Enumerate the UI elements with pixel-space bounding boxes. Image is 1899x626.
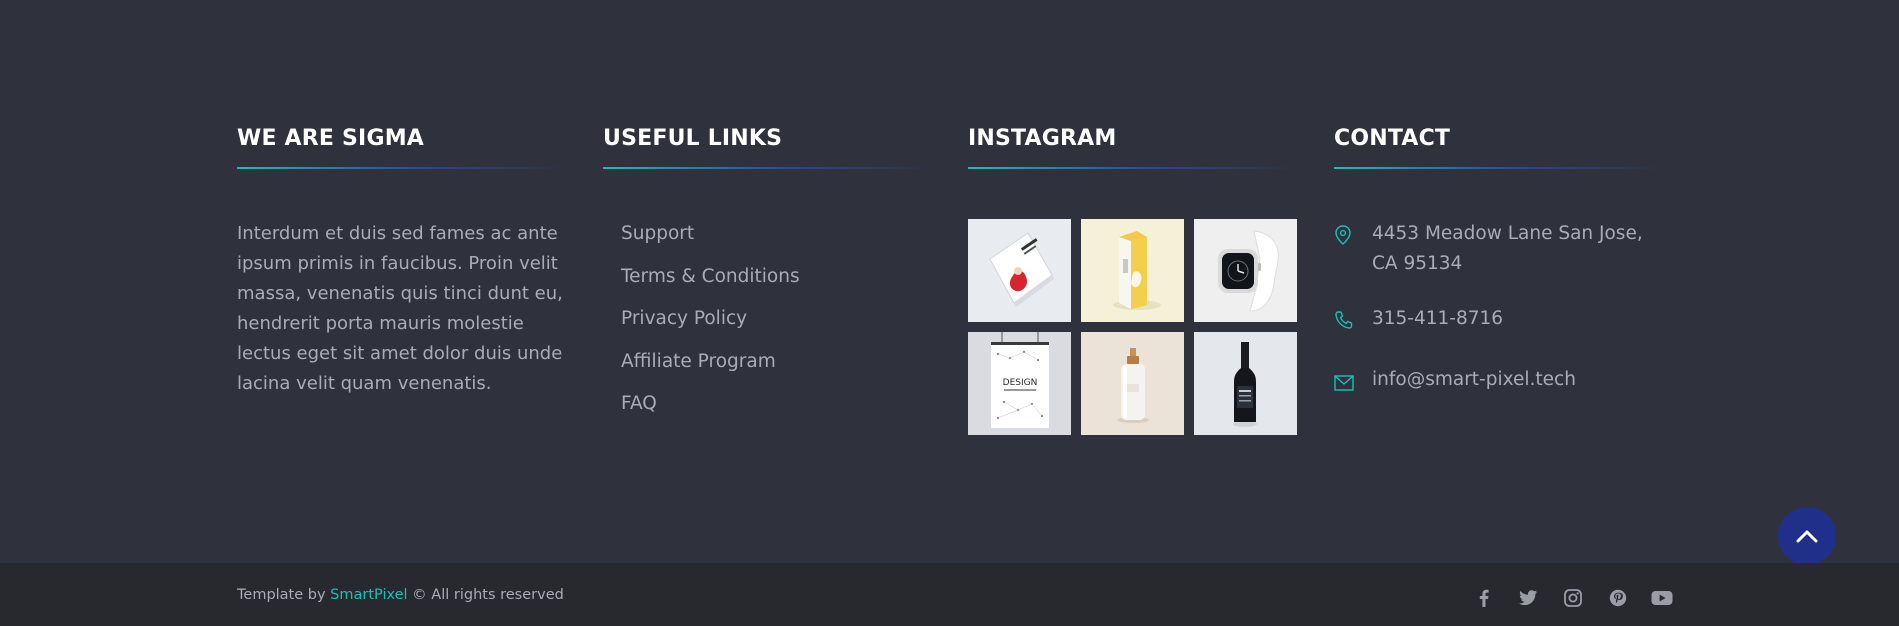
facebook-link[interactable] (1462, 583, 1507, 613)
contact-title: CONTACT (1334, 126, 1451, 151)
brand-link[interactable]: SmartPixel (330, 587, 407, 603)
about-text: Interdum et duis sed fames ac ante ipsum… (237, 223, 563, 394)
about-divider (237, 167, 562, 169)
link-affiliate[interactable]: Affiliate Program (621, 351, 776, 372)
contact-column: CONTACT 4453 Meadow Lane San Jose, CA 95… (1334, 125, 1664, 426)
instagram-title: INSTAGRAM (968, 126, 1117, 151)
links-divider (603, 167, 928, 169)
instagram-post-bottle[interactable] (1081, 332, 1184, 435)
phone-link[interactable]: 315-411-8716 (1372, 304, 1662, 334)
copyright: Template by SmartPixel © All rights rese… (237, 587, 564, 603)
youtube-icon (1651, 591, 1673, 605)
link-faq[interactable]: FAQ (621, 393, 657, 414)
twitter-icon (1519, 590, 1538, 606)
footer-bottom-bar: Template by SmartPixel © All rights rese… (0, 563, 1899, 626)
chevron-up-icon (1796, 530, 1818, 543)
instagram-icon (1564, 589, 1583, 607)
link-item: Support (621, 219, 933, 262)
footer-main: WE ARE SIGMA Interdum et duis sed fames … (0, 0, 1899, 563)
instagram-grid: DESIGN (968, 219, 1298, 435)
link-privacy[interactable]: Privacy Policy (621, 308, 747, 329)
instagram-post-watch[interactable] (1194, 219, 1297, 322)
poster-text: DESIGN (1003, 378, 1038, 388)
instagram-post-box[interactable] (1081, 219, 1184, 322)
link-support[interactable]: Support (621, 223, 694, 244)
social-links (1462, 583, 1685, 613)
instagram-link[interactable] (1551, 583, 1596, 613)
link-terms[interactable]: Terms & Conditions (621, 266, 800, 287)
mail-icon (1334, 365, 1372, 401)
wine-thumbnail (1233, 342, 1257, 427)
youtube-link[interactable] (1640, 583, 1685, 613)
contact-email: info@smart-pixel.tech (1334, 365, 1664, 401)
watch-thumbnail (1218, 230, 1279, 312)
phone-icon (1334, 304, 1372, 340)
instagram-post-wine[interactable] (1194, 332, 1297, 435)
pinterest-link[interactable] (1596, 583, 1641, 613)
links-list: Support Terms & Conditions Privacy Polic… (603, 219, 933, 432)
box-thumbnail (1113, 231, 1161, 310)
contact-address: 4453 Meadow Lane San Jose, CA 95134 (1334, 219, 1664, 279)
about-column: WE ARE SIGMA Interdum et duis sed fames … (237, 125, 567, 399)
map-pin-icon (1334, 219, 1372, 255)
scroll-top-button[interactable] (1778, 507, 1836, 565)
poster-thumbnail: DESIGN (991, 332, 1049, 428)
instagram-column: INSTAGRAM DESIGN (968, 125, 1298, 435)
contact-list: 4453 Meadow Lane San Jose, CA 95134 315-… (1334, 219, 1664, 401)
copyright-suffix: © All rights reserved (407, 587, 564, 603)
pinterest-icon (1609, 589, 1626, 607)
book-thumbnail (989, 232, 1054, 307)
link-item: Privacy Policy (621, 304, 933, 347)
instagram-post-book[interactable] (968, 219, 1071, 322)
link-item: FAQ (621, 389, 933, 432)
link-item: Affiliate Program (621, 347, 933, 390)
facebook-icon (1480, 589, 1489, 607)
instagram-post-poster[interactable]: DESIGN (968, 332, 1071, 435)
email-link[interactable]: info@smart-pixel.tech (1372, 365, 1662, 395)
links-column: USEFUL LINKS Support Terms & Conditions … (603, 125, 933, 432)
bottle-thumbnail (1117, 348, 1149, 423)
address-text: 4453 Meadow Lane San Jose, CA 95134 (1372, 223, 1643, 274)
contact-phone: 315-411-8716 (1334, 304, 1664, 340)
twitter-link[interactable] (1507, 583, 1552, 613)
link-item: Terms & Conditions (621, 262, 933, 305)
about-title: WE ARE SIGMA (237, 126, 425, 151)
copyright-prefix: Template by (237, 587, 331, 603)
instagram-divider (968, 167, 1293, 169)
links-title: USEFUL LINKS (603, 126, 783, 151)
contact-divider (1334, 167, 1659, 169)
